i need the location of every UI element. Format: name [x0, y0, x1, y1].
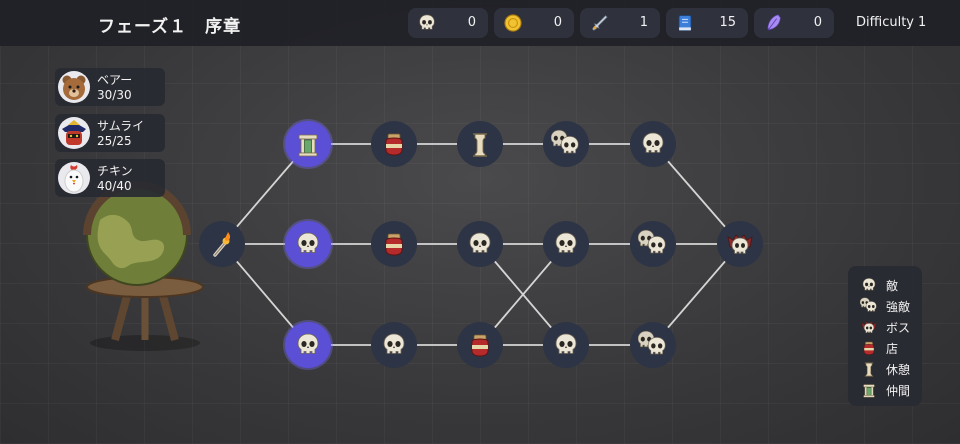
- map-node-rest[interactable]: [457, 121, 503, 167]
- legend-label: 強敵: [886, 299, 911, 314]
- ally-icon: [860, 381, 878, 399]
- shop-icon: [860, 339, 878, 357]
- shop-icon: [465, 330, 495, 360]
- boss-icon: [725, 229, 755, 259]
- legend-item-elite: 強敵: [860, 296, 910, 316]
- map-legend: 敵 強敵 ボス 店 休憩 仲間: [848, 266, 922, 406]
- map-node-enemy[interactable]: [457, 221, 503, 267]
- elite-icon: [638, 330, 668, 360]
- elite-icon: [638, 229, 668, 259]
- skull-icon: [551, 330, 581, 360]
- shop-icon: [379, 129, 409, 159]
- ally-icon: [293, 129, 323, 159]
- map-node-start[interactable]: [199, 221, 245, 267]
- map-node-enemy[interactable]: [285, 221, 331, 267]
- skull-icon: [379, 330, 409, 360]
- map-node-enemy[interactable]: [630, 121, 676, 167]
- map-node-ally[interactable]: [285, 121, 331, 167]
- skull-icon: [638, 129, 668, 159]
- skull-icon: [465, 229, 495, 259]
- map-node-enemy[interactable]: [285, 322, 331, 368]
- legend-item-ally: 仲間: [860, 380, 910, 400]
- skull-icon: [293, 330, 323, 360]
- map-node-enemy[interactable]: [371, 322, 417, 368]
- map-node-enemy[interactable]: [543, 322, 589, 368]
- legend-label: 敵: [886, 278, 899, 293]
- elite-icon: [551, 129, 581, 159]
- map-node-boss[interactable]: [717, 221, 763, 267]
- shop-icon: [379, 229, 409, 259]
- legend-item-enemy: 敵: [860, 275, 898, 295]
- skull-icon: [860, 276, 878, 294]
- elite-icon: [860, 297, 878, 315]
- map-node-shop[interactable]: [371, 221, 417, 267]
- map-node-shop[interactable]: [371, 121, 417, 167]
- legend-label: ボス: [886, 320, 911, 335]
- legend-item-boss: ボス: [860, 317, 910, 337]
- skull-icon: [551, 229, 581, 259]
- torch-icon: [207, 229, 237, 259]
- legend-item-rest: 休憩: [860, 359, 910, 379]
- rest-icon: [860, 360, 878, 378]
- legend-item-shop: 店: [860, 338, 898, 358]
- rest-icon: [465, 129, 495, 159]
- map-node-elite[interactable]: [630, 221, 676, 267]
- boss-icon: [860, 318, 878, 336]
- map-node-shop[interactable]: [457, 322, 503, 368]
- map-node-elite[interactable]: [543, 121, 589, 167]
- skull-icon: [293, 229, 323, 259]
- legend-label: 休憩: [886, 362, 911, 377]
- legend-label: 仲間: [886, 383, 911, 398]
- legend-label: 店: [886, 341, 899, 356]
- map-node-elite[interactable]: [630, 322, 676, 368]
- map-node-enemy[interactable]: [543, 221, 589, 267]
